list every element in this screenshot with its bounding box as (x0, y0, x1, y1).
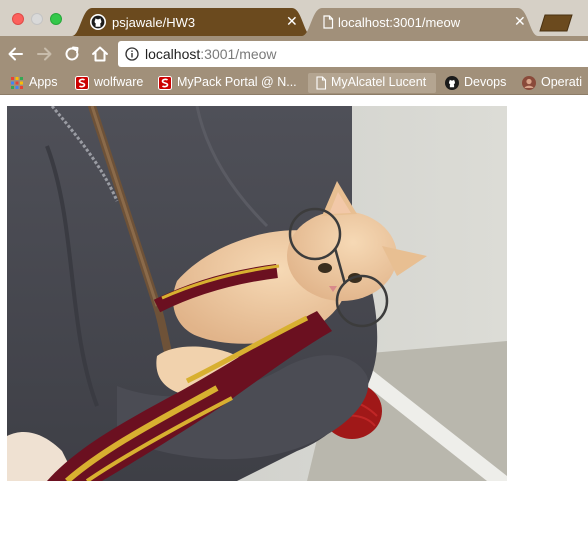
bookmark-label: wolfware (94, 75, 144, 89)
bookmark-apps[interactable]: Apps (10, 74, 64, 92)
bookmark-wolfware[interactable]: wolfware (75, 74, 147, 92)
arrow-right-icon[interactable] (34, 44, 54, 64)
home-icon[interactable] (90, 44, 110, 64)
toolbar: localhost:3001/meow (0, 36, 588, 72)
tab-title: psjawale/HW3 (112, 15, 196, 30)
window-zoom-button[interactable] (50, 13, 62, 25)
address-bar[interactable]: localhost:3001/meow (118, 41, 588, 67)
url-path: :3001/meow (200, 46, 277, 62)
info-icon[interactable] (125, 47, 139, 61)
bookmark-label: Devops (464, 75, 507, 89)
url-host: localhost (145, 46, 201, 62)
ncstate-icon (158, 76, 172, 90)
tab-title: localhost:3001/meow (338, 15, 461, 30)
bookmark-label: MyPack Portal @ N... (177, 75, 297, 89)
tab-close-icon[interactable]: ✕ (286, 13, 298, 29)
bookmark-mypack-portal[interactable]: MyPack Portal @ N... (158, 74, 303, 92)
avatar-icon (522, 76, 536, 90)
cat-photo (7, 106, 507, 481)
reload-icon[interactable] (62, 44, 82, 64)
tab-localhost-meow[interactable]: localhost:3001/meow ✕ (302, 8, 538, 36)
browser-window: psjawale/HW3 ✕ localhost:3001/meow ✕ loc… (0, 0, 588, 533)
github-icon (90, 14, 106, 30)
new-tab-button[interactable] (538, 14, 574, 32)
tab-close-icon[interactable]: ✕ (514, 13, 526, 29)
tab-psjawale-hw3[interactable]: psjawale/HW3 ✕ (72, 8, 312, 36)
bookmark-label: Apps (29, 75, 58, 89)
bookmark-devops[interactable]: Devops (445, 74, 515, 92)
bookmark-myalcatel-lucent[interactable]: MyAlcatel Lucent (308, 73, 436, 93)
bookmarks-bar: Apps wolfware MyPack Portal @ N... MyAlc… (0, 72, 588, 95)
tab-bar: psjawale/HW3 ✕ localhost:3001/meow ✕ (0, 0, 588, 36)
window-minimize-button[interactable] (31, 13, 43, 25)
github-icon (445, 76, 459, 90)
page-icon (316, 76, 327, 90)
bookmark-label: MyAlcatel Lucent (331, 75, 427, 89)
page-content (0, 95, 588, 533)
arrow-left-icon[interactable] (6, 44, 26, 64)
window-close-button[interactable] (12, 13, 24, 25)
apps-grid-icon (11, 77, 23, 89)
bookmark-label: Operati (541, 75, 582, 89)
bookmark-operations[interactable]: Operati (522, 74, 588, 92)
ncstate-icon (75, 76, 89, 90)
page-icon (323, 15, 334, 29)
url-text[interactable]: localhost:3001/meow (145, 46, 277, 62)
